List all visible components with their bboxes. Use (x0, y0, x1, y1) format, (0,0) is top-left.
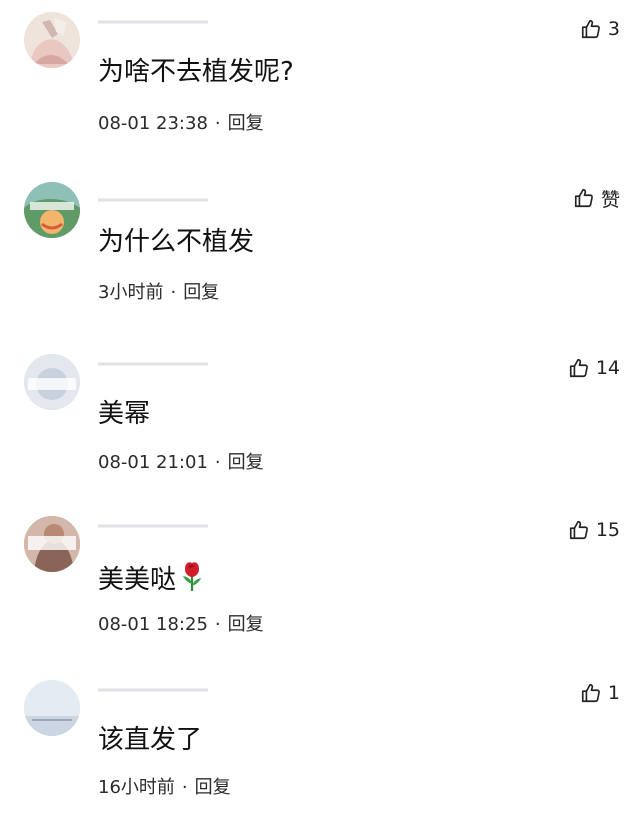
avatar-image (24, 182, 80, 238)
comment-meta: 16小时前 · 回复 (98, 776, 231, 800)
comment-text: 为啥不去植发呢? (98, 57, 294, 87)
comment-text-label: 美美哒 (98, 565, 177, 595)
thumbs-up-icon (568, 519, 590, 541)
like-button[interactable]: 3 (580, 16, 620, 42)
like-count: 15 (595, 519, 620, 541)
reply-link[interactable]: 回复 (195, 777, 231, 798)
comment-item: 美美哒 08-01 18:25 · 回复 15 (0, 503, 640, 668)
username-redacted (98, 354, 208, 374)
thumbs-up-icon (580, 18, 602, 40)
comment-time: 08-01 23:38 (98, 113, 208, 134)
comment-text: 该直发了 (98, 725, 203, 755)
avatar[interactable] (24, 680, 80, 736)
comment-time: 08-01 21:01 (98, 452, 208, 473)
rose-emoji-icon (178, 560, 206, 601)
meta-separator: · (181, 777, 188, 798)
like-button[interactable]: 1 (580, 680, 620, 706)
meta-separator: · (214, 452, 221, 473)
comment-meta: 3小时前 · 回复 (98, 281, 219, 305)
avatar-image (24, 12, 80, 68)
comment-text: 美幂 (98, 399, 151, 429)
comment-text: 美美哒 (98, 560, 206, 601)
avatar[interactable] (24, 516, 80, 572)
comment-meta: 08-01 21:01 · 回复 (98, 451, 264, 475)
meta-separator: · (214, 113, 221, 134)
username-redacted (98, 190, 208, 210)
avatar[interactable] (24, 12, 80, 68)
username-redacted (98, 516, 208, 536)
like-count: 赞 (600, 188, 620, 211)
avatar[interactable] (24, 354, 80, 410)
avatar-image (24, 516, 80, 572)
meta-separator: · (214, 614, 221, 635)
comment-time: 08-01 18:25 (98, 614, 208, 635)
comment-time: 3小时前 (98, 282, 164, 303)
like-button[interactable]: 15 (568, 517, 620, 543)
like-count: 14 (595, 357, 620, 379)
comment-item: 为什么不植发 3小时前 · 回复 赞 (0, 170, 640, 335)
like-button[interactable]: 赞 (573, 185, 620, 211)
comment-time: 16小时前 (98, 777, 175, 798)
like-button[interactable]: 14 (568, 355, 620, 381)
reply-link[interactable]: 回复 (228, 614, 264, 635)
thumbs-up-icon (573, 187, 595, 209)
comment-item: 该直发了 16小时前 · 回复 1 (0, 666, 640, 831)
username-redacted (98, 12, 208, 32)
meta-separator: · (170, 282, 177, 303)
reply-link[interactable]: 回复 (228, 113, 264, 134)
reply-link[interactable]: 回复 (183, 282, 219, 303)
thumbs-up-icon (568, 357, 590, 379)
comment-meta: 08-01 23:38 · 回复 (98, 112, 264, 136)
comment-item: 美幂 08-01 21:01 · 回复 14 (0, 340, 640, 505)
comment-meta: 08-01 18:25 · 回复 (98, 613, 264, 637)
reply-link[interactable]: 回复 (228, 452, 264, 473)
avatar-image (24, 354, 80, 410)
like-count: 1 (607, 682, 620, 704)
comment-text: 为什么不植发 (98, 227, 255, 257)
avatar[interactable] (24, 182, 80, 238)
thumbs-up-icon (580, 682, 602, 704)
comment-item: 为啥不去植发呢? 08-01 23:38 · 回复 3 (0, 0, 640, 165)
like-count: 3 (607, 18, 620, 40)
username-redacted (98, 680, 208, 700)
avatar-image (24, 680, 80, 736)
